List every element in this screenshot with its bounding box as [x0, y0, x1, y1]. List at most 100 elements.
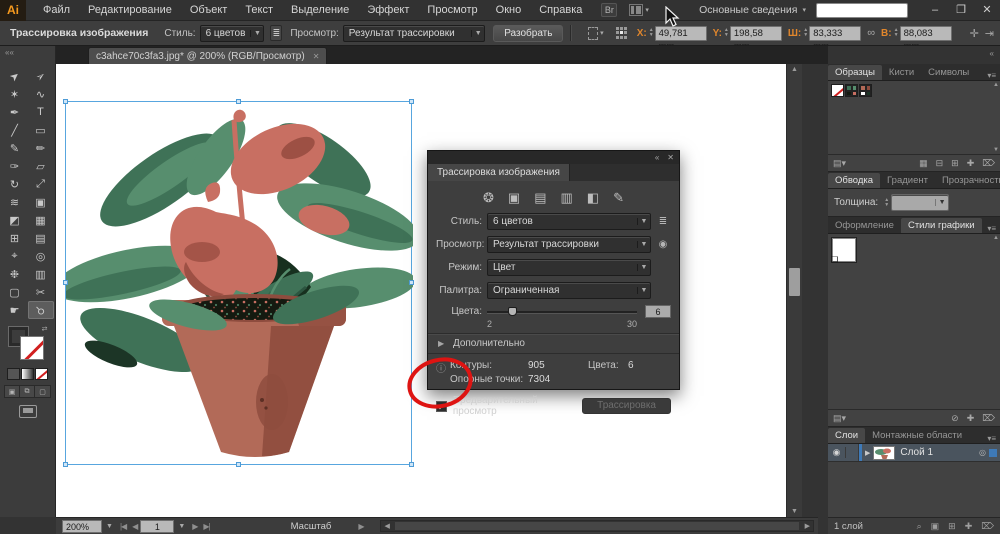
- layer-row[interactable]: ◉ ▶ Слой 1 ◎: [828, 444, 1000, 462]
- search-input[interactable]: [816, 3, 908, 18]
- new-sublayer-icon[interactable]: ⊞: [948, 521, 956, 532]
- delete-layer-icon[interactable]: ⌦: [981, 521, 994, 532]
- direct-selection-tool[interactable]: ➢: [28, 67, 54, 85]
- none-button[interactable]: [35, 368, 48, 380]
- type-tool[interactable]: T: [28, 103, 54, 121]
- selection-handle[interactable]: [63, 462, 68, 467]
- blend-tool[interactable]: ◎: [28, 247, 54, 265]
- menu-item-6[interactable]: Просмотр: [418, 0, 486, 21]
- scroll-up-icon[interactable]: ▲: [993, 235, 999, 241]
- eyedropper-tool[interactable]: ⌖: [2, 247, 28, 265]
- preset-high-color-icon[interactable]: ▣: [508, 190, 520, 206]
- panel-menu-icon[interactable]: ▾≡: [987, 434, 1000, 443]
- view-dropdown[interactable]: Результат трассировки ▼: [343, 25, 485, 42]
- tab-swatches-0[interactable]: Образцы: [828, 65, 882, 80]
- preset-auto-color-icon[interactable]: ❂: [483, 190, 494, 206]
- minimize-button[interactable]: –: [922, 1, 948, 19]
- prev-artboard-icon[interactable]: ◀: [129, 522, 140, 531]
- shape-builder-tool[interactable]: ◩: [2, 211, 28, 229]
- line-segment-tool[interactable]: ╱: [2, 121, 28, 139]
- fill-swatch-none[interactable]: [20, 336, 44, 360]
- slider-thumb[interactable]: [508, 307, 517, 316]
- selection-handle[interactable]: [236, 99, 241, 104]
- color-button[interactable]: [7, 368, 20, 380]
- color-group-icon[interactable]: ⊟: [936, 158, 944, 169]
- artboard-number-input[interactable]: 1: [140, 520, 174, 533]
- paintbrush-tool[interactable]: ✎: [2, 139, 28, 157]
- default-style-thumbnail[interactable]: [832, 238, 856, 262]
- hand-tool[interactable]: ☛: [2, 301, 28, 319]
- next-artboard-icon[interactable]: ▶: [189, 522, 200, 531]
- color-group-swatch-0[interactable]: [845, 84, 858, 97]
- close-button[interactable]: ✕: [974, 1, 1000, 19]
- vertical-scrollbar[interactable]: ▲ ▼: [786, 64, 802, 517]
- draw-normal-icon[interactable]: ▣: [5, 386, 20, 397]
- lock-toggle-cell[interactable]: [846, 444, 859, 461]
- panel-close-icon[interactable]: ✕: [667, 153, 674, 162]
- swatch-libraries-icon[interactable]: ▤▾: [833, 158, 846, 169]
- scroll-right-icon[interactable]: ▶: [805, 522, 810, 530]
- status-display[interactable]: Масштаб: [291, 521, 332, 532]
- menu-item-4[interactable]: Выделение: [282, 0, 358, 21]
- expand-button[interactable]: Разобрать: [493, 25, 563, 42]
- scroll-down-icon[interactable]: ▼: [791, 508, 798, 515]
- dock-collapse-icon[interactable]: «: [828, 46, 1000, 64]
- perspective-grid-tool[interactable]: ▦: [28, 211, 54, 229]
- target-circle-icon[interactable]: ◎: [979, 448, 986, 457]
- y-input[interactable]: 198,58 mm: [730, 26, 782, 41]
- tab-stroke-0[interactable]: Обводка: [828, 173, 880, 188]
- tab-stroke-2[interactable]: Прозрачность: [935, 173, 1000, 188]
- free-transform-tool[interactable]: ▣: [28, 193, 54, 211]
- style-dropdown[interactable]: 6 цветов ▼: [200, 25, 265, 42]
- colors-slider[interactable]: [487, 306, 637, 318]
- column-graph-tool[interactable]: ▥: [28, 265, 54, 283]
- tab-layers-1[interactable]: Монтажные области: [865, 428, 969, 443]
- control-panel-menu-icon[interactable]: ⇥: [985, 27, 994, 40]
- visibility-eye-icon[interactable]: ◉: [828, 447, 846, 458]
- status-menu-icon[interactable]: ▶: [355, 522, 366, 531]
- transform-icon[interactable]: ✛: [970, 27, 979, 40]
- menu-item-3[interactable]: Текст: [236, 0, 282, 21]
- blob-brush-tool[interactable]: ✑: [2, 157, 28, 175]
- rotate-tool[interactable]: ↻: [2, 175, 28, 193]
- zoom-tool[interactable]: ⚲: [28, 301, 54, 319]
- artboard-tool[interactable]: ▢: [2, 283, 28, 301]
- stepper-icon[interactable]: ▲▼: [803, 28, 808, 38]
- new-folder-icon[interactable]: ⊞: [951, 158, 959, 169]
- tab-layers-0[interactable]: Слои: [828, 428, 865, 443]
- tab-swatches-1[interactable]: Кисти: [882, 65, 921, 80]
- scroll-up-icon[interactable]: ▲: [791, 66, 798, 73]
- selection-handle[interactable]: [236, 462, 241, 467]
- trace-view-dropdown[interactable]: Результат трассировки ▼: [487, 236, 651, 253]
- selection-handle[interactable]: [63, 280, 68, 285]
- gradient-tool[interactable]: ▤: [28, 229, 54, 247]
- trace-panel-toggle-icon[interactable]: ≣: [270, 25, 282, 41]
- new-swatch-icon[interactable]: ✚: [967, 158, 975, 169]
- advanced-section-toggle[interactable]: ▶ Дополнительно: [428, 333, 679, 354]
- scroll-down-icon[interactable]: ▼: [993, 147, 999, 153]
- scroll-up-icon[interactable]: ▲: [993, 82, 999, 88]
- last-artboard-icon[interactable]: ▶|: [200, 522, 212, 531]
- horizontal-scrollbar[interactable]: ◀ ▶: [380, 520, 814, 532]
- preset-black-white-icon[interactable]: ◧: [587, 190, 599, 206]
- preview-checkbox[interactable]: ✓: [436, 401, 447, 412]
- draw-behind-icon[interactable]: ⧉: [20, 386, 35, 397]
- scrollbar-thumb[interactable]: [789, 268, 800, 296]
- trace-button-disabled[interactable]: Трассировка: [582, 398, 671, 414]
- trace-mode-dropdown[interactable]: Цвет ▼: [487, 259, 651, 276]
- fill-stroke-widget[interactable]: ⇄: [9, 327, 47, 363]
- draw-inside-icon[interactable]: ▢: [35, 386, 50, 397]
- rectangle-tool[interactable]: ▭: [28, 121, 54, 139]
- swap-fill-stroke-icon[interactable]: ⇄: [42, 325, 48, 333]
- gradient-button[interactable]: [21, 368, 34, 380]
- selection-handle[interactable]: [63, 99, 68, 104]
- mesh-tool[interactable]: ⊞: [2, 229, 28, 247]
- tab-swatches-2[interactable]: Символы: [921, 65, 976, 80]
- magic-wand-tool[interactable]: ✶: [2, 85, 28, 103]
- expand-triangle-icon[interactable]: ▶: [865, 449, 870, 457]
- delete-style-icon[interactable]: ⌦: [982, 413, 995, 424]
- new-layer-icon[interactable]: ✚: [965, 521, 973, 532]
- stepper-icon[interactable]: ▲▼: [894, 28, 899, 38]
- pen-tool[interactable]: ✒: [2, 103, 28, 121]
- bridge-icon[interactable]: Br: [601, 3, 617, 17]
